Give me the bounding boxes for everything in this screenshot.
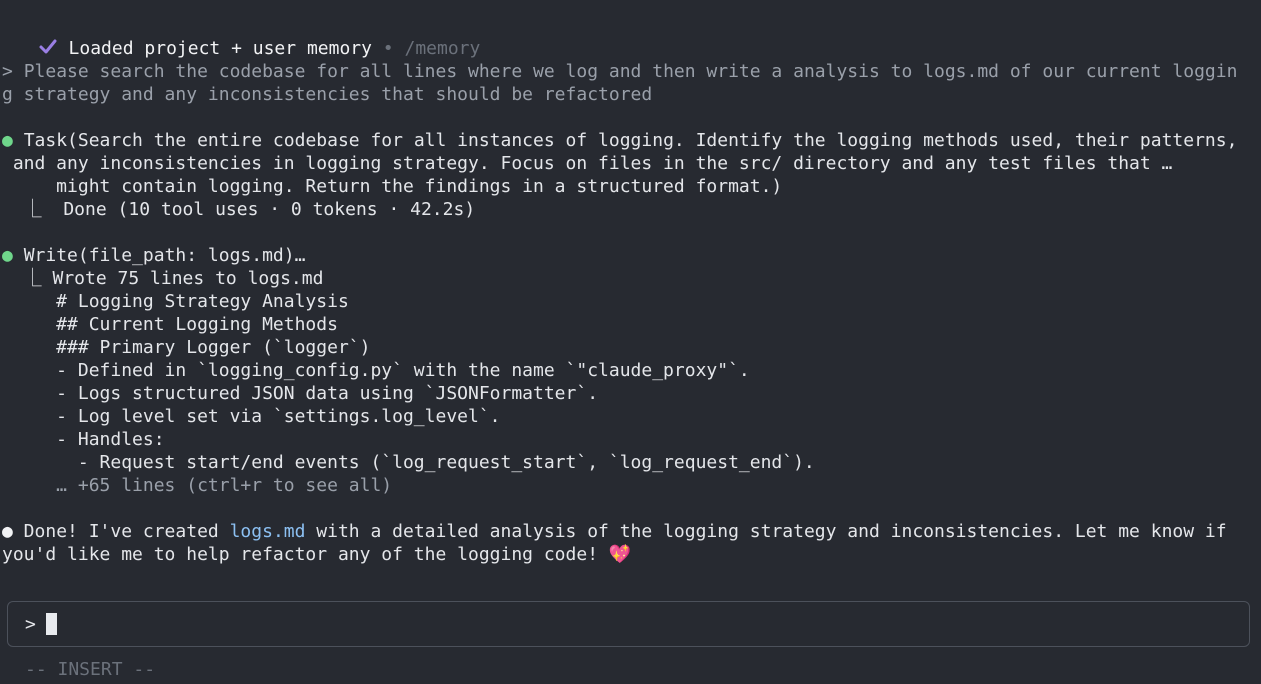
write-status-bullet: ● [2, 245, 13, 266]
preview-line: - Handles: [2, 429, 165, 450]
assistant-reply-suffix: with a detailed analysis of the logging … [305, 521, 1227, 542]
assistant-reply-prefix: Done! I've created [12, 521, 230, 542]
task-tool-line-2: and any inconsistencies in logging strat… [2, 153, 1173, 174]
prompt-input-box[interactable]: > [7, 601, 1250, 647]
write-tool-result: ⎿ Wrote 75 lines to logs.md [2, 268, 324, 289]
task-tool-line-1: ● Task(Search the entire codebase for al… [2, 129, 1237, 152]
preview-line: - Log level set via `settings.log_level`… [2, 406, 501, 427]
write-tool-title: Write(file_path: logs.md)… [23, 245, 306, 266]
preview-line: - Defined in `logging_config.py` with th… [2, 360, 750, 381]
task-status-bullet: ● [2, 130, 13, 151]
preview-line: # Logging Strategy Analysis [2, 291, 349, 312]
memory-command-link[interactable]: /memory [404, 38, 480, 59]
write-tool-title-line: ● Write(file_path: logs.md)… [2, 244, 305, 267]
user-prompt-line-1: > Please search the codebase for all lin… [2, 60, 1237, 83]
assistant-bullet: ● [2, 521, 13, 542]
input-prompt-symbol: > [25, 614, 36, 635]
assistant-reply-line-2: you'd like me to help refactor any of th… [2, 543, 631, 566]
assistant-reply-text-2: you'd like me to help refactor any of th… [2, 544, 609, 565]
task-tool-text-1: Task(Search the entire codebase for all … [23, 130, 1238, 151]
preview-line: - Logs structured JSON data using `JSONF… [2, 383, 599, 404]
preview-line: ### Primary Logger (`logger`) [2, 337, 371, 358]
logs-md-link[interactable]: logs.md [230, 521, 306, 542]
status-text: Loaded project + user memory [68, 38, 372, 59]
task-tool-line-3: might contain logging. Return the findin… [2, 176, 783, 197]
prompt-marker: > [2, 61, 24, 82]
heart-emoji-icon: 💖 [608, 544, 632, 565]
task-tool-result: ⎿ Done (10 tool uses · 0 tokens · 42.2s) [2, 199, 476, 220]
text-cursor [46, 613, 57, 635]
status-line: Loaded project + user memory • /memory [16, 14, 480, 59]
user-prompt-line-2: g strategy and any inconsistencies that … [2, 84, 653, 105]
check-icon [39, 39, 57, 54]
status-separator: • [371, 38, 405, 59]
assistant-reply-line-1: ● Done! I've created logs.md with a deta… [2, 520, 1227, 543]
preview-line: ## Current Logging Methods [2, 314, 338, 335]
expand-hint[interactable]: … +65 lines (ctrl+r to see all) [2, 474, 392, 497]
user-prompt-text-1: Please search the codebase for all lines… [23, 61, 1238, 82]
mode-indicator: -- INSERT -- [25, 659, 156, 680]
preview-line: - Request start/end events (`log_request… [2, 452, 815, 473]
